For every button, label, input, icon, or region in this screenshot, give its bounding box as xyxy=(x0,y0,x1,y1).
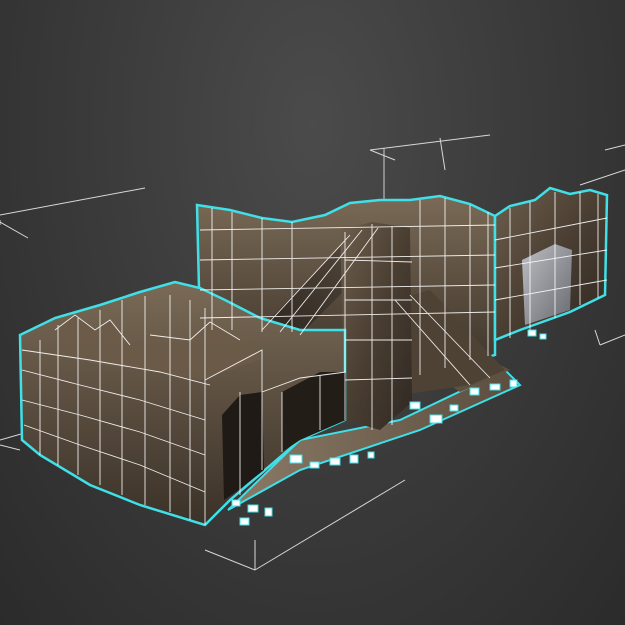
central-pillar xyxy=(340,222,412,430)
viewport-scene[interactable]: x y xyxy=(0,0,625,625)
ruined-building-model[interactable] xyxy=(18,186,609,527)
3d-viewport[interactable]: x y xyxy=(0,0,625,625)
